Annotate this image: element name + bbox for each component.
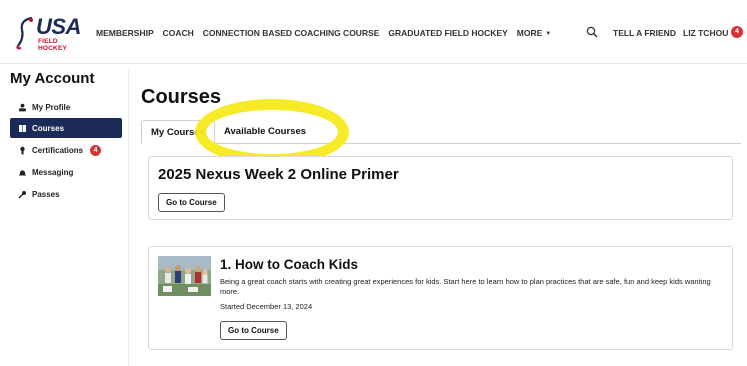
sidebar-item-label: Passes	[32, 189, 60, 199]
course-start-date: Started December 13, 2024	[220, 302, 313, 311]
sidebar-item-label: My Profile	[32, 102, 71, 112]
logo-subtitle: FIELD HOCKEY	[38, 38, 68, 52]
book-icon	[18, 124, 27, 133]
certifications-badge: 4	[90, 144, 102, 156]
logo-wordmark: USA	[36, 14, 81, 39]
hockey-stick-icon	[16, 16, 33, 50]
main-nav: MEMBERSHIP COACH CONNECTION BASED COACHI…	[96, 28, 551, 38]
sidebar-item-label: Messaging	[32, 167, 74, 177]
sidebar-item-courses[interactable]: Courses	[10, 118, 122, 138]
sidebar-item-label: Certifications	[32, 145, 84, 155]
course-card: 1. How to Coach Kids Being a great coach…	[148, 246, 733, 350]
nav-connection-course[interactable]: CONNECTION BASED COACHING COURSE	[203, 28, 380, 38]
sidebar-item-my-profile[interactable]: My Profile	[10, 97, 122, 117]
course-title: 1. How to Coach Kids	[220, 257, 359, 272]
person-icon	[18, 103, 27, 112]
go-to-course-button[interactable]: Go to Course	[158, 193, 225, 212]
course-card: 2025 Nexus Week 2 Online Primer Go to Co…	[148, 156, 733, 220]
course-thumbnail-image	[158, 256, 211, 296]
nav-more-label: MORE	[516, 28, 543, 38]
nav-graduated-field-hockey[interactable]: GRADUATED FIELD HOCKEY	[388, 28, 507, 38]
sidebar-item-messaging[interactable]: Messaging	[10, 162, 122, 182]
award-icon	[18, 146, 27, 155]
sidebar-title: My Account	[10, 70, 95, 87]
tell-a-friend-link[interactable]: TELL A FRIEND	[613, 28, 676, 38]
sidebar-item-label: Courses	[32, 123, 65, 133]
user-menu[interactable]: LIZ TCHOU	[683, 28, 728, 38]
user-notification-badge: 4	[731, 26, 743, 38]
page-title: Courses	[141, 86, 222, 108]
search-icon[interactable]	[586, 26, 598, 38]
sidebar-divider	[128, 70, 129, 366]
nav-membership[interactable]: MEMBERSHIP	[96, 28, 154, 38]
course-title: 2025 Nexus Week 2 Online Primer	[158, 166, 399, 183]
sidebar-item-passes[interactable]: Passes	[10, 184, 122, 204]
bell-icon	[18, 168, 27, 177]
course-description: Being a great coach starts with creating…	[220, 277, 711, 296]
nav-coach[interactable]: COACH	[163, 28, 194, 38]
go-to-course-button[interactable]: Go to Course	[220, 321, 287, 340]
sidebar-item-certifications[interactable]: Certifications 4	[10, 140, 122, 160]
chevron-down-icon: ▼	[545, 31, 552, 37]
top-header: USA FIELD HOCKEY MEMBERSHIP COACH CONNEC…	[0, 0, 747, 64]
usa-field-hockey-logo[interactable]: USA FIELD HOCKEY	[14, 14, 84, 52]
key-icon	[18, 190, 27, 199]
nav-more[interactable]: MORE ▼	[517, 28, 551, 38]
